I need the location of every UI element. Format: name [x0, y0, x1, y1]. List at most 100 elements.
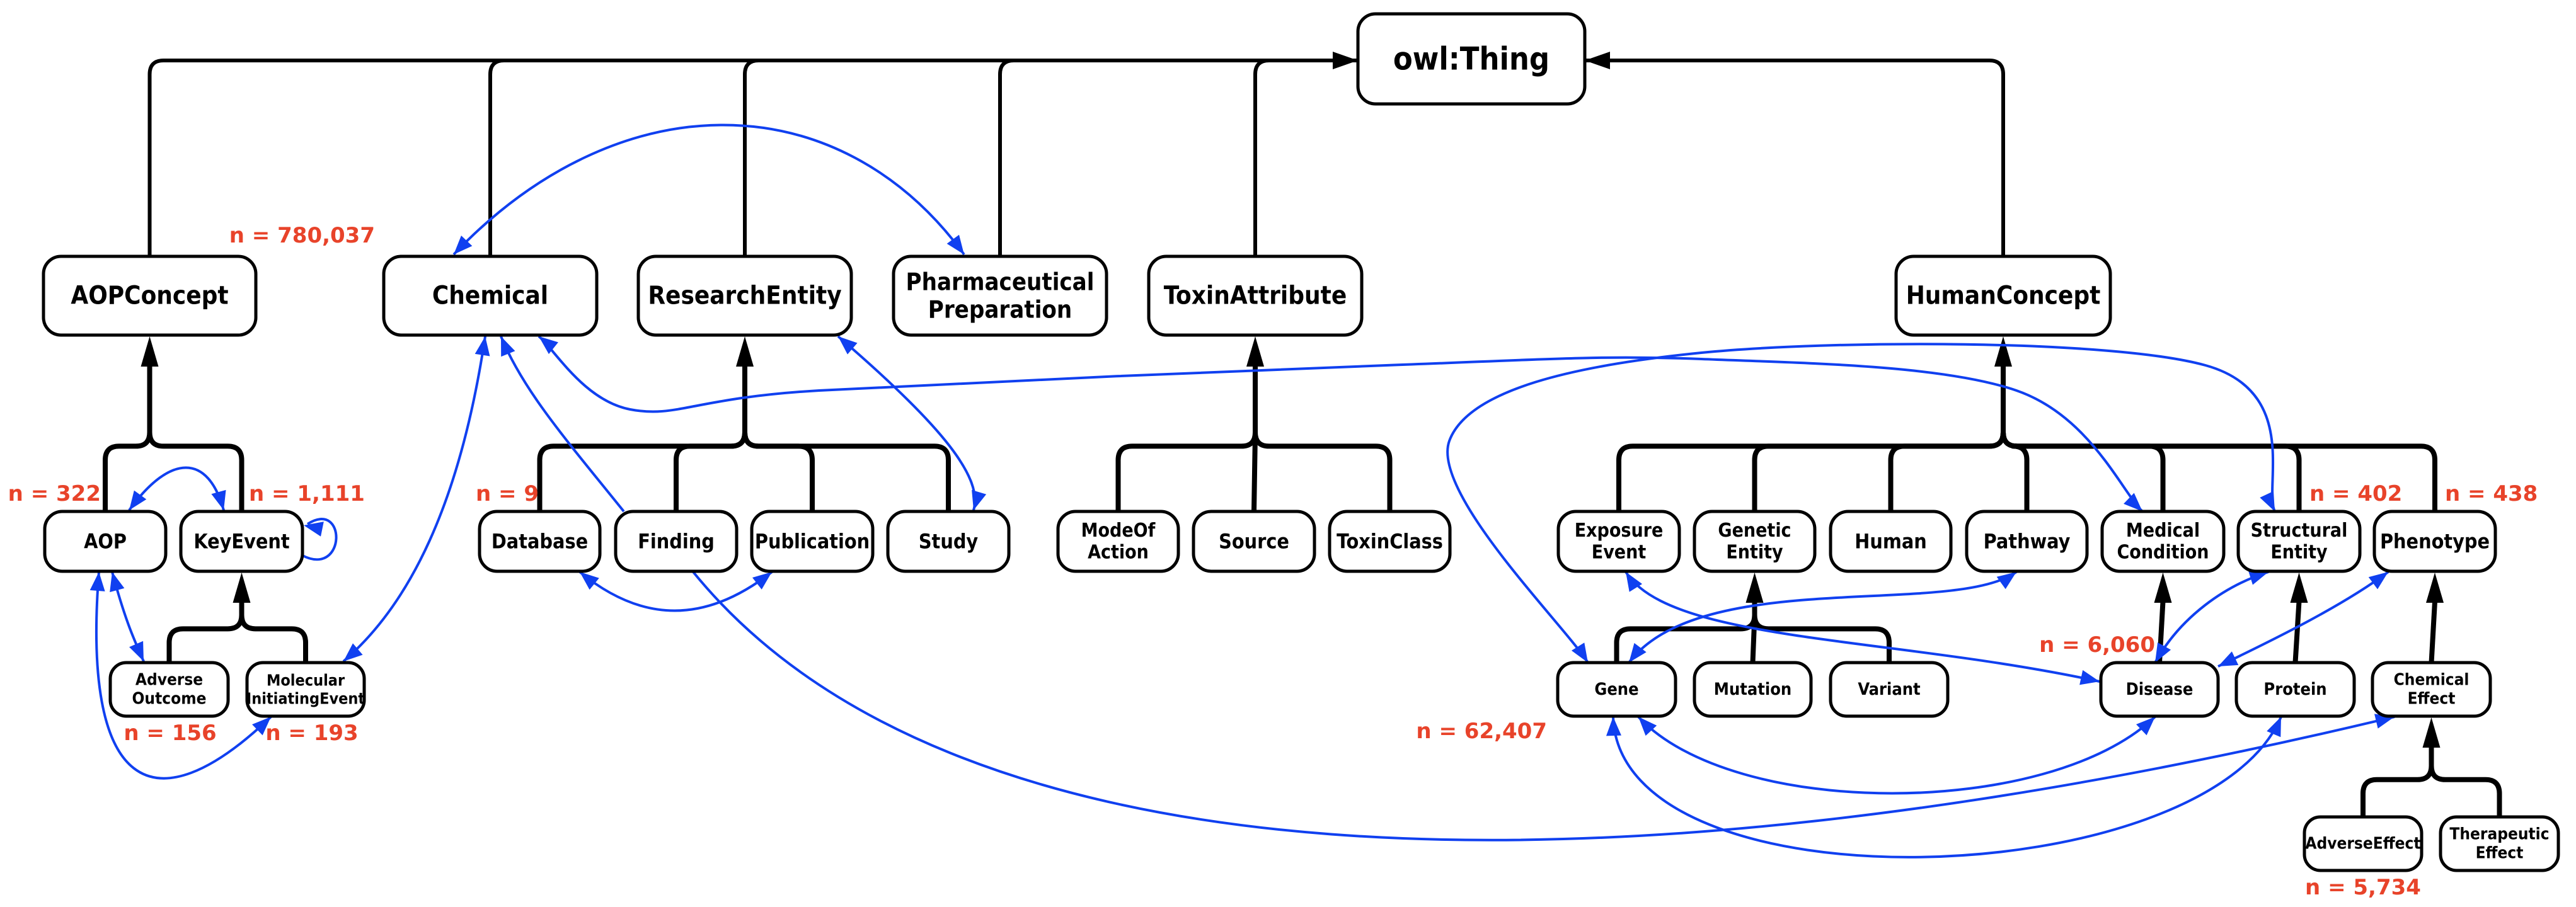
- relation-arrowhead-icon: [2124, 493, 2142, 511]
- node-study[interactable]: Study: [886, 510, 1011, 573]
- node-label: AdverseEffect: [2305, 835, 2420, 853]
- node-gene[interactable]: Gene: [1556, 661, 1677, 718]
- node-aop[interactable]: AOP: [43, 510, 168, 573]
- node-database[interactable]: Database: [478, 510, 602, 573]
- node-mode-of-action[interactable]: ModeOfAction: [1056, 510, 1180, 573]
- subclass-edge-human: [1888, 365, 2006, 511]
- relation-arrowhead-icon: [539, 336, 558, 355]
- node-structural-entity[interactable]: StructuralEntity: [2236, 510, 2362, 573]
- relation-gene-structural-entity: [1446, 343, 2276, 664]
- subclass-edge-adverse-effect: [2360, 746, 2434, 817]
- node-human-concept[interactable]: HumanConcept: [1894, 254, 2112, 337]
- node-adverse-outcome[interactable]: AdverseOutcome: [108, 661, 230, 718]
- node-pathway[interactable]: Pathway: [1965, 510, 2089, 573]
- node-therapeutic-effect[interactable]: TherapeuticEffect: [2439, 815, 2560, 872]
- subclass-edge-exposure-event: [1616, 365, 2006, 511]
- node-molecular-initiating-event[interactable]: MolecularInitiatingEvent: [245, 661, 366, 718]
- relation-chemical-pharmaceutical-preparation: [452, 123, 965, 256]
- subclass-edge-key-event: [147, 365, 244, 511]
- relation-arrowhead-icon: [580, 572, 599, 590]
- relation-arrowhead-icon: [211, 489, 226, 510]
- subclass-edge-protein: [2292, 601, 2302, 663]
- arrowhead-icon: [1333, 52, 1358, 69]
- node-research-entity[interactable]: ResearchEntity: [636, 254, 853, 337]
- node-label: Protein: [2263, 680, 2326, 699]
- subclass-edge-pharmaceutical-preparation: [998, 59, 1357, 256]
- node-source[interactable]: Source: [1192, 510, 1316, 573]
- node-label: Event: [1592, 541, 1647, 563]
- node-toxin-attribute[interactable]: ToxinAttribute: [1147, 254, 1364, 337]
- node-chemical-effect[interactable]: ChemicalEffect: [2371, 661, 2492, 718]
- node-label: Chemical: [432, 282, 548, 311]
- node-medical-condition[interactable]: MedicalCondition: [2100, 510, 2226, 573]
- node-owl-thing[interactable]: owl:Thing: [1356, 12, 1587, 106]
- node-human[interactable]: Human: [1829, 510, 1953, 573]
- instance-count-structural-entity: n = 402: [2309, 481, 2402, 506]
- relation-aop-key-event: [128, 466, 225, 511]
- node-finding[interactable]: Finding: [614, 510, 739, 573]
- node-mutation[interactable]: Mutation: [1693, 661, 1813, 718]
- relation-disease-phenotype: [2217, 571, 2389, 668]
- subclass-edge-study: [742, 365, 951, 511]
- node-key-event[interactable]: KeyEvent: [179, 510, 304, 573]
- relation-arrowhead-icon: [129, 641, 144, 661]
- node-label: Pathway: [1984, 530, 2071, 554]
- node-label: Condition: [2117, 541, 2209, 563]
- node-label: Entity: [2270, 541, 2328, 563]
- relation-arrowhead-icon: [752, 572, 772, 590]
- node-label: InitiatingEvent: [246, 689, 365, 707]
- instance-count-key-event: n = 1,111: [249, 481, 365, 506]
- instance-count-chemical: n = 780,037: [229, 223, 375, 248]
- subclass-edge-molecular-initiating-event: [239, 602, 308, 663]
- node-label: KeyEvent: [193, 530, 290, 554]
- class-nodes: owl:Thing AOPConcept Chemical ResearchEntit…: [42, 12, 2560, 872]
- subclass-edge-human-concept: [1586, 59, 2005, 256]
- relation-arrowhead-icon: [1606, 717, 1621, 736]
- node-variant[interactable]: Variant: [1829, 661, 1950, 718]
- node-label: Disease: [2126, 680, 2194, 699]
- instance-count-phenotype: n = 438: [2445, 481, 2538, 506]
- node-label: Mutation: [1714, 680, 1791, 699]
- node-label: AOPConcept: [71, 282, 228, 311]
- node-label: Exposure: [1575, 520, 1664, 542]
- node-adverse-effect[interactable]: AdverseEffect: [2303, 815, 2424, 872]
- relation-arrowhead-icon: [110, 572, 125, 593]
- node-aopconcept[interactable]: AOPConcept: [42, 254, 258, 337]
- arrowhead-icon: [2426, 573, 2444, 603]
- instance-count-molecular-initiating-event: n = 193: [265, 721, 358, 746]
- node-label: Source: [1219, 530, 1289, 554]
- node-label: Action: [1088, 541, 1149, 563]
- node-disease[interactable]: Disease: [2099, 661, 2220, 718]
- node-label: Chemical: [2394, 671, 2470, 690]
- node-label: Phenotype: [2380, 530, 2490, 554]
- node-label: Finding: [638, 530, 715, 554]
- node-label: ToxinAttribute: [1164, 282, 1347, 311]
- node-toxin-class[interactable]: ToxinClass: [1328, 510, 1452, 573]
- node-phenotype[interactable]: Phenotype: [2372, 510, 2497, 573]
- relation-arrowhead-icon: [2260, 491, 2275, 511]
- node-exposure-event[interactable]: ExposureEvent: [1556, 510, 1681, 573]
- arrowhead-icon: [2290, 573, 2308, 603]
- node-label: ResearchEntity: [648, 282, 841, 311]
- node-publication[interactable]: Publication: [750, 510, 875, 573]
- node-label: Structural: [2251, 520, 2348, 542]
- node-label: Effect: [2408, 689, 2456, 708]
- subclass-edge-database: [537, 365, 747, 511]
- node-pharmaceutical-preparation[interactable]: PharmaceuticalPreparation: [892, 254, 1108, 337]
- subclass-edge-mode-of-action: [1115, 365, 1258, 511]
- node-genetic-entity[interactable]: GeneticEntity: [1693, 510, 1817, 573]
- node-label: Gene: [1594, 680, 1638, 699]
- node-label: Publication: [755, 530, 870, 554]
- node-label: AOP: [84, 530, 127, 554]
- relation-arrowhead-icon: [2368, 572, 2388, 590]
- subclass-edge-toxin-class: [1253, 365, 1393, 511]
- relation-arrowhead-icon: [304, 522, 324, 537]
- instance-count-aop: n = 322: [8, 481, 101, 506]
- arrowhead-icon: [736, 336, 754, 367]
- node-protein[interactable]: Protein: [2234, 661, 2356, 718]
- arrowhead-icon: [141, 336, 159, 367]
- arrowhead-icon: [1585, 52, 1610, 69]
- relation-arrowhead-icon: [1638, 717, 1657, 736]
- node-chemical[interactable]: Chemical: [382, 254, 599, 337]
- arrowhead-icon: [1994, 336, 2012, 367]
